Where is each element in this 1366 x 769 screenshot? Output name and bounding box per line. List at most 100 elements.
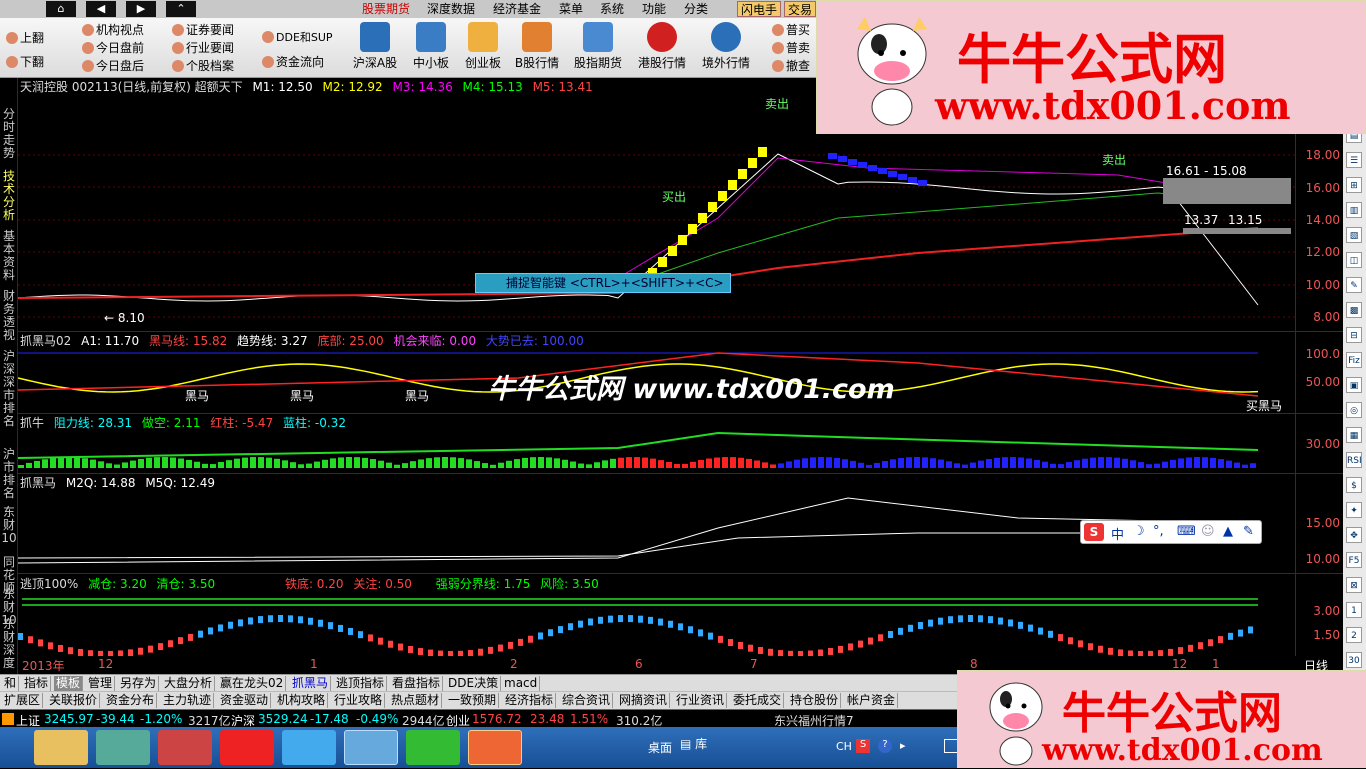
side-tool-icon[interactable]: Fiz xyxy=(1346,352,1362,368)
extension-tab[interactable]: 主力轨迹 xyxy=(161,693,215,708)
user-icon[interactable]: ☺ xyxy=(1201,524,1215,539)
explorer-icon[interactable] xyxy=(34,730,88,765)
app-icon[interactable] xyxy=(158,730,212,765)
toolbar-item[interactable]: 今日盘后 xyxy=(82,58,144,74)
buy-button[interactable]: 普买 xyxy=(772,22,810,38)
tab-basics[interactable]: 基本资料 xyxy=(1,230,17,282)
side-tool-icon[interactable]: ☰ xyxy=(1346,152,1362,168)
menu-system[interactable]: 系统 xyxy=(600,1,624,17)
side-tool-icon[interactable]: ✦ xyxy=(1346,502,1362,518)
menu-depth-data[interactable]: 深度数据 xyxy=(427,1,475,17)
tab-rank-all[interactable]: 沪深深市排名 xyxy=(1,350,17,428)
indicator-tab[interactable]: 抓黑马 xyxy=(290,676,332,691)
extension-tab[interactable]: 网摘资讯 xyxy=(617,693,671,708)
flash-trade-button[interactable]: 闪电手 xyxy=(737,1,782,17)
indicator-tab[interactable]: 另存为 xyxy=(118,676,160,691)
keyboard-icon[interactable]: ⌨ xyxy=(1177,524,1196,539)
side-tool-icon[interactable]: ⊞ xyxy=(1346,177,1362,193)
side-tool-icon[interactable]: 2 xyxy=(1346,627,1362,643)
skin-icon[interactable]: ▲ xyxy=(1223,524,1233,539)
side-tool-icon[interactable]: $ xyxy=(1346,477,1362,493)
extension-tab[interactable]: 帐户资金 xyxy=(845,693,899,708)
side-tool-icon[interactable]: ⊠ xyxy=(1346,577,1362,593)
extension-tab[interactable]: 一致预期 xyxy=(446,693,500,708)
big-button[interactable]: 境外行情 xyxy=(697,22,755,71)
big-button[interactable]: 沪深A股 xyxy=(346,22,404,71)
moon-icon[interactable]: ☽ xyxy=(1133,524,1145,539)
extension-tab[interactable]: 机构攻略 xyxy=(275,693,329,708)
toolbar-item[interactable]: 行业要闻 xyxy=(172,40,234,56)
sogou-icon[interactable]: S xyxy=(856,739,870,753)
big-button[interactable]: B股行情 xyxy=(508,22,566,71)
page-up-button[interactable]: 上翻 xyxy=(6,30,44,46)
tab-eastmoney-depth[interactable]: 东财深度 xyxy=(1,618,17,670)
menu-menu[interactable]: 菜单 xyxy=(559,1,583,17)
page-down-button[interactable]: 下翻 xyxy=(6,54,44,70)
side-tool-icon[interactable]: RSI xyxy=(1346,452,1362,468)
sell-button[interactable]: 普卖 xyxy=(772,40,810,56)
extension-tab[interactable]: 热点题材 xyxy=(389,693,443,708)
extension-tab[interactable]: 资金驱动 xyxy=(218,693,272,708)
toolbar-item[interactable]: 证券要闻 xyxy=(172,22,234,38)
side-tool-icon[interactable]: F5 xyxy=(1346,552,1362,568)
library-toolbar[interactable]: ▤ 库 xyxy=(680,735,707,752)
tab-eastmoney[interactable]: 东财10 xyxy=(1,506,17,545)
show-desktop-icon[interactable] xyxy=(944,739,958,753)
ime-toolbar[interactable]: S 中 ☽ °, ⌨ ☺ ▲ ✎ xyxy=(1080,520,1262,544)
tray-arrow-icon[interactable]: ▸ xyxy=(900,739,906,752)
extension-tab[interactable]: 持仓股份 xyxy=(788,693,842,708)
toolbar-item[interactable]: 个股档案 xyxy=(172,58,234,74)
side-tool-icon[interactable]: ▣ xyxy=(1346,377,1362,393)
menu-function[interactable]: 功能 xyxy=(642,1,666,17)
menu-funds[interactable]: 经济基金 xyxy=(493,1,541,17)
big-button[interactable]: 中小板 xyxy=(402,22,460,71)
big-button[interactable]: 港股行情 xyxy=(633,22,691,71)
app-icon[interactable] xyxy=(282,730,336,765)
side-tool-icon[interactable]: ✎ xyxy=(1346,277,1362,293)
menu-category[interactable]: 分类 xyxy=(684,1,708,17)
extension-tab[interactable]: 行业资讯 xyxy=(674,693,728,708)
side-tool-icon[interactable]: ◎ xyxy=(1346,402,1362,418)
extension-tab[interactable]: 关联报价 xyxy=(47,693,101,708)
indicator-tab[interactable]: DDE决策 xyxy=(446,676,502,691)
menu-stocks[interactable]: 股票期货 xyxy=(362,1,410,17)
toolbar-item[interactable]: DDE和SUP xyxy=(262,30,333,46)
side-tool-icon[interactable]: ◫ xyxy=(1346,252,1362,268)
desktop-label[interactable]: 桌面 xyxy=(648,739,672,756)
side-tool-icon[interactable]: 30 xyxy=(1346,652,1362,668)
punct-icon[interactable]: °, xyxy=(1153,524,1164,539)
side-tool-icon[interactable]: ▩ xyxy=(1346,302,1362,318)
side-tool-icon[interactable]: ▦ xyxy=(1346,427,1362,443)
tab-finance[interactable]: 财务透视 xyxy=(1,290,17,342)
extension-tab[interactable]: 资金分布 xyxy=(104,693,158,708)
toolbar-item[interactable]: 机构视点 xyxy=(82,22,144,38)
extension-tab[interactable]: 行业攻略 xyxy=(332,693,386,708)
app-icon[interactable] xyxy=(344,730,398,765)
big-button[interactable]: 股指期货 xyxy=(569,22,627,71)
input-language[interactable]: CH xyxy=(836,740,852,753)
cancel-query-button[interactable]: 撤查 xyxy=(772,58,810,74)
app-icon[interactable] xyxy=(96,730,150,765)
indicator-tab[interactable]: 管理 xyxy=(86,676,116,691)
extension-tab[interactable]: 委托成交 xyxy=(731,693,785,708)
ime-mode[interactable]: 中 xyxy=(1111,524,1124,543)
up-icon[interactable]: ⌃ xyxy=(166,1,196,17)
extension-tab[interactable]: 综合资讯 xyxy=(560,693,614,708)
help-icon[interactable]: ? xyxy=(878,739,892,753)
side-tool-icon[interactable]: ⊟ xyxy=(1346,327,1362,343)
indicator-tab[interactable]: 指标 xyxy=(22,676,52,691)
app-icon[interactable] xyxy=(220,730,274,765)
trade-button[interactable]: 交易 xyxy=(784,1,817,17)
indicator-tab[interactable]: 看盘指标 xyxy=(390,676,444,691)
indicator-tab[interactable]: 和 xyxy=(2,676,20,691)
extension-tab[interactable]: 扩展区 xyxy=(2,693,44,708)
big-button[interactable]: 创业板 xyxy=(454,22,512,71)
home-icon[interactable]: ⌂ xyxy=(46,1,76,17)
side-tool-icon[interactable]: ▧ xyxy=(1346,227,1362,243)
indicator-tab[interactable]: macd xyxy=(502,676,541,691)
toolbar-item[interactable]: 资金流向 xyxy=(262,54,324,70)
back-icon[interactable]: ◀ xyxy=(86,1,116,17)
toolbar-item[interactable]: 今日盘前 xyxy=(82,40,144,56)
indicator-tab[interactable]: 模板 xyxy=(54,676,84,691)
extension-tab[interactable]: 经济指标 xyxy=(503,693,557,708)
